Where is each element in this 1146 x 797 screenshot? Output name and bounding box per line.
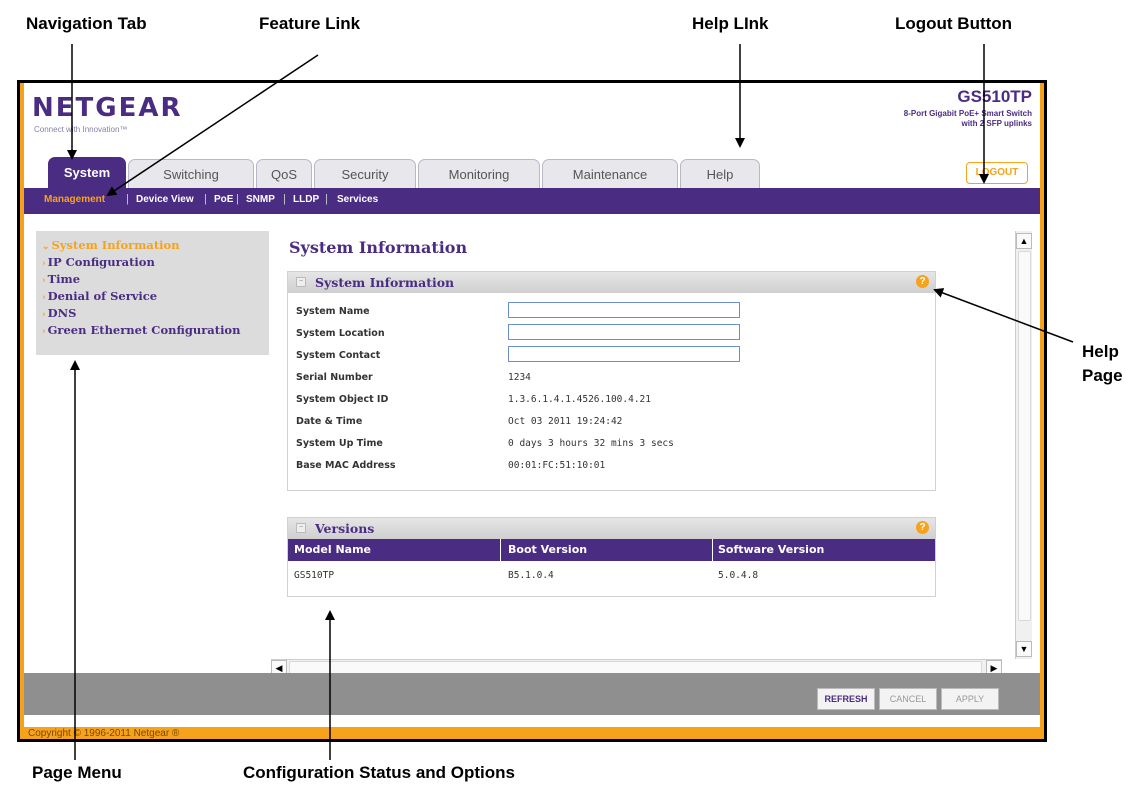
callout-help-link: Help LInk xyxy=(692,14,769,33)
subnav-snmp[interactable]: SNMP xyxy=(246,194,275,205)
scroll-down-icon[interactable]: ▼ xyxy=(1016,641,1032,657)
logout-button[interactable]: LOGOUT xyxy=(966,162,1028,184)
subnav-poe[interactable]: PoE xyxy=(214,194,233,205)
panel-header: − Versions ? xyxy=(288,518,935,539)
menu-item-ip-configuration[interactable]: › IP Configuration xyxy=(42,255,155,269)
vertical-scrollbar[interactable]: ▲ ▼ xyxy=(1015,231,1032,659)
panel-title: System Information xyxy=(315,275,455,290)
app-window: NETGEAR Connect with Innovation™ GS510TP… xyxy=(24,83,1040,727)
callout-logout-button: Logout Button xyxy=(895,14,1013,33)
button-bar: REFRESH CANCEL APPLY xyxy=(24,673,1040,715)
tab-help[interactable]: Help xyxy=(680,159,760,188)
subnav-separator: | xyxy=(126,193,129,205)
menu-item-denial-of-service[interactable]: › Denial of Service xyxy=(42,289,157,303)
field-label: Date & Time xyxy=(296,416,363,427)
subnav-separator: | xyxy=(204,193,207,205)
tab-security[interactable]: Security xyxy=(314,159,416,188)
date-time-value: Oct 03 2011 19:24:42 xyxy=(508,416,623,427)
chevron-right-icon: › xyxy=(42,259,46,269)
versions-table-header: Model Name Boot Version Software Version xyxy=(288,539,935,561)
column-divider xyxy=(712,539,713,561)
tab-monitoring[interactable]: Monitoring xyxy=(418,159,540,188)
table-cell: B5.1.0.4 xyxy=(508,570,554,581)
column-header: Software Version xyxy=(718,543,825,556)
chevron-right-icon: › xyxy=(42,276,46,286)
field-label: System Object ID xyxy=(296,394,389,405)
column-header: Boot Version xyxy=(508,543,588,556)
menu-item-green-ethernet[interactable]: › Green Ethernet Configuration xyxy=(42,323,240,337)
callout-help-page-2: Page xyxy=(1082,366,1123,385)
field-label: System Contact xyxy=(296,350,381,361)
uptime-value: 0 days 3 hours 32 mins 3 secs xyxy=(508,438,674,449)
field-label: System Name xyxy=(296,306,370,317)
scroll-up-icon[interactable]: ▲ xyxy=(1016,233,1032,249)
column-header: Model Name xyxy=(294,543,371,556)
system-information-panel: − System Information ? System Name Syste… xyxy=(287,271,936,491)
netgear-logo: NETGEAR xyxy=(32,93,183,123)
callout-navigation-tab: Navigation Tab xyxy=(26,14,147,33)
chevron-right-icon: › xyxy=(42,310,46,320)
field-label: System Location xyxy=(296,328,385,339)
menu-item-time[interactable]: › Time xyxy=(42,272,80,286)
screenshot-frame: NETGEAR Connect with Innovation™ GS510TP… xyxy=(17,80,1047,742)
help-page-icon[interactable]: ? xyxy=(916,275,929,288)
panel-header: − System Information ? xyxy=(288,272,935,293)
subnav-separator: | xyxy=(325,193,328,205)
subnav-separator: | xyxy=(236,193,239,205)
callout-help-page: Help xyxy=(1082,342,1119,361)
collapse-icon[interactable]: − xyxy=(296,523,306,533)
field-label: Serial Number xyxy=(296,372,373,383)
menu-item-system-information[interactable]: ⌄ System Information xyxy=(42,238,180,252)
collapse-icon[interactable]: − xyxy=(296,277,306,287)
cancel-button[interactable]: CANCEL xyxy=(879,688,937,710)
table-cell: GS510TP xyxy=(294,570,335,581)
refresh-button[interactable]: REFRESH xyxy=(817,688,875,710)
tab-qos[interactable]: QoS xyxy=(256,159,312,188)
chevron-right-icon: › xyxy=(42,293,46,303)
page-title: System Information xyxy=(289,238,468,257)
subnav-separator: | xyxy=(283,193,286,205)
menu-item-dns[interactable]: › DNS xyxy=(42,306,76,320)
apply-button[interactable]: APPLY xyxy=(941,688,999,710)
page-menu: ⌄ System Information › IP Configuration › T… xyxy=(36,231,269,355)
chevron-right-icon: › xyxy=(42,327,46,337)
subnav-management[interactable]: Management xyxy=(44,194,105,205)
model-name: GS510TP xyxy=(957,87,1032,106)
column-divider xyxy=(500,539,501,561)
model-description: 8-Port Gigabit PoE+ Smart Switch with 2 … xyxy=(903,109,1032,128)
tab-maintenance[interactable]: Maintenance xyxy=(542,159,678,188)
table-cell: 5.0.4.8 xyxy=(718,570,759,581)
field-label: Base MAC Address xyxy=(296,460,396,471)
versions-panel: − Versions ? Model Name Boot Version Sof… xyxy=(287,517,936,597)
tab-system[interactable]: System xyxy=(48,157,126,188)
feature-bar: Management | Device View | PoE | SNMP | … xyxy=(24,188,1040,214)
horizontal-scrollbar[interactable]: ◀ ▶ xyxy=(271,659,1002,676)
mac-address-value: 00:01:FC:51:10:01 xyxy=(508,460,606,471)
panel-title: Versions xyxy=(315,521,375,536)
callout-page-menu: Page Menu xyxy=(32,763,122,782)
copyright: Copyright © 1996-2011 Netgear ® xyxy=(28,728,180,739)
callout-config-status: Configuration Status and Options xyxy=(243,763,515,782)
serial-number-value: 1234 xyxy=(508,372,531,383)
field-label: System Up Time xyxy=(296,438,383,449)
chevron-down-icon: ⌄ xyxy=(42,242,50,252)
tab-switching[interactable]: Switching xyxy=(128,159,254,188)
scroll-thumb[interactable] xyxy=(1018,251,1031,621)
object-id-value: 1.3.6.1.4.1.4526.100.4.21 xyxy=(508,394,651,405)
system-location-input[interactable] xyxy=(508,324,740,340)
subnav-device-view[interactable]: Device View xyxy=(136,194,194,205)
subnav-lldp[interactable]: LLDP xyxy=(293,194,319,205)
tagline: Connect with Innovation™ xyxy=(34,125,128,134)
subnav-services[interactable]: Services xyxy=(337,194,378,205)
callout-feature-link: Feature Link xyxy=(259,14,361,33)
help-page-icon[interactable]: ? xyxy=(916,521,929,534)
system-name-input[interactable] xyxy=(508,302,740,318)
system-contact-input[interactable] xyxy=(508,346,740,362)
